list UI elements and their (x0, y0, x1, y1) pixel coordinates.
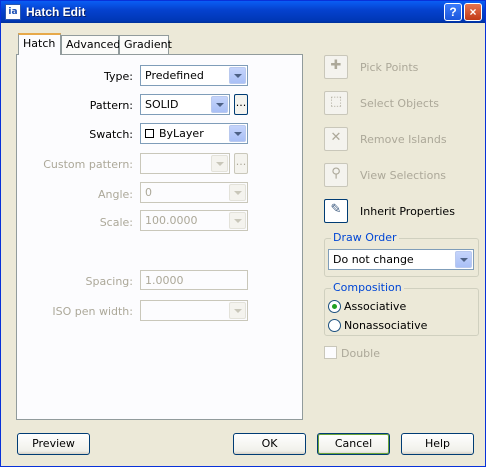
inherit-properties-button[interactable]: ✎ (324, 199, 348, 223)
angle-value: 0 (145, 186, 152, 199)
remove-islands-label: Remove Islands (360, 133, 447, 146)
pick-points-label: Pick Points (360, 61, 419, 74)
draw-order-legend: Draw Order (331, 231, 399, 244)
scale-value: 100.0000 (145, 214, 198, 227)
select-objects-label: Select Objects (360, 97, 439, 110)
ok-button[interactable]: OK (233, 433, 306, 455)
type-label: Type: (104, 70, 133, 83)
chevron-down-icon (229, 302, 246, 319)
chevron-down-icon[interactable] (229, 125, 246, 142)
title-bar[interactable]: ia Hatch Edit ? × (1, 1, 485, 23)
chevron-down-icon[interactable] (211, 96, 228, 113)
pattern-label: Pattern: (89, 99, 133, 112)
angle-label: Angle: (97, 188, 133, 201)
associative-label[interactable]: Associative (344, 300, 406, 313)
spacing-label: Spacing: (85, 275, 133, 288)
chevron-down-icon (229, 184, 246, 201)
draw-order-combo[interactable]: Do not change (328, 249, 474, 270)
help-title-button[interactable]: ? (444, 3, 462, 21)
custom-pattern-label: Custom pattern: (43, 158, 133, 171)
app-icon: ia (5, 4, 21, 20)
magnifier-icon: ⚲ (331, 166, 341, 181)
remove-islands-button[interactable]: ✕ (324, 127, 348, 151)
view-selections-label: View Selections (360, 169, 447, 182)
pick-points-icon: ✚ (330, 58, 342, 73)
scale-combo[interactable]: 100.0000 (140, 210, 248, 231)
chevron-down-icon (229, 212, 246, 229)
associative-radio[interactable] (328, 300, 341, 313)
angle-combo[interactable]: 0 (140, 182, 248, 203)
draw-order-value: Do not change (333, 253, 414, 266)
inherit-properties-label: Inherit Properties (360, 205, 455, 218)
swatch-combo[interactable]: ByLayer (140, 123, 248, 144)
scale-label: Scale: (99, 216, 133, 229)
brush-icon: ✎ (330, 202, 342, 217)
swatch-label: Swatch: (89, 128, 133, 141)
preview-button[interactable]: Preview (17, 433, 90, 455)
iso-pen-width-combo[interactable] (140, 300, 248, 321)
tab-gradient[interactable]: Gradient (119, 35, 172, 54)
chevron-down-icon[interactable] (455, 251, 472, 268)
iso-pen-width-label: ISO pen width: (52, 305, 133, 318)
custom-pattern-combo[interactable] (140, 153, 230, 174)
type-value: Predefined (145, 69, 204, 82)
pattern-combo[interactable]: SOLID (140, 94, 230, 115)
pick-points-button[interactable]: ✚ (324, 55, 348, 79)
pattern-value: SOLID (145, 98, 179, 111)
pattern-browse-button[interactable]: ... (234, 94, 248, 115)
tab-hatch[interactable]: Hatch (18, 33, 61, 55)
spacing-input[interactable]: 1.0000 (140, 270, 248, 290)
color-swatch-icon (145, 129, 154, 138)
swatch-value: ByLayer (159, 127, 204, 140)
remove-islands-icon: ✕ (330, 130, 342, 145)
cancel-button[interactable]: Cancel (317, 433, 390, 455)
view-selections-button[interactable]: ⚲ (324, 163, 348, 187)
close-button[interactable]: × (464, 3, 482, 21)
composition-legend: Composition (331, 281, 404, 294)
double-checkbox[interactable] (324, 346, 337, 359)
tab-advanced[interactable]: Advanced (61, 35, 120, 54)
chevron-down-icon (211, 155, 228, 172)
select-objects-button[interactable]: ⬚ (324, 91, 348, 115)
nonassociative-label[interactable]: Nonassociative (344, 319, 427, 332)
window-title: Hatch Edit (26, 5, 86, 19)
type-combo[interactable]: Predefined (140, 65, 248, 86)
nonassociative-radio[interactable] (328, 319, 341, 332)
hatch-edit-dialog: ia Hatch Edit ? × Hatch Advanced Gradien… (0, 0, 486, 467)
select-objects-icon: ⬚ (329, 94, 343, 109)
chevron-down-icon[interactable] (229, 67, 246, 84)
double-label: Double (341, 347, 380, 360)
help-button[interactable]: Help (401, 433, 474, 455)
custom-pattern-browse-button[interactable]: ... (234, 153, 248, 174)
